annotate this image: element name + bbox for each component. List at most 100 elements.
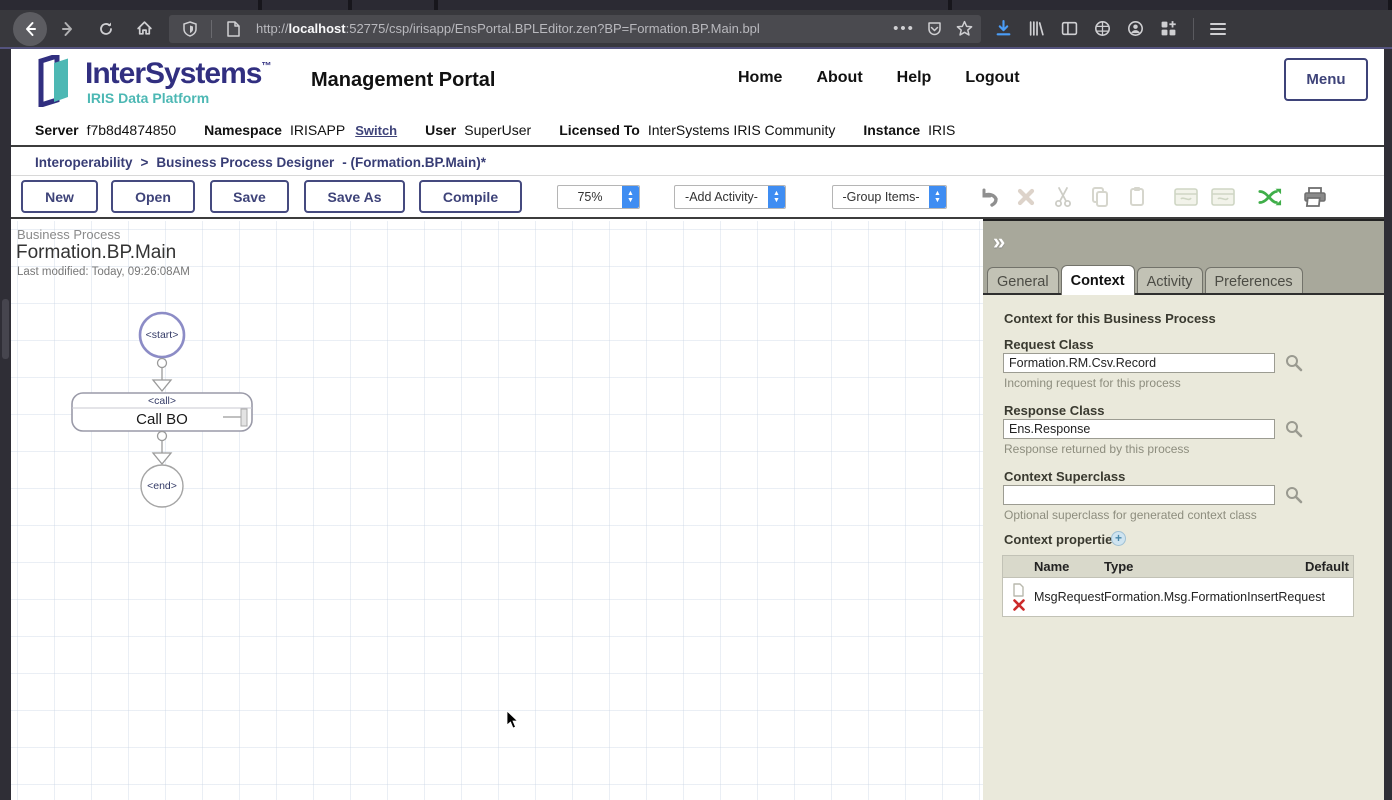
call-target-icon[interactable]	[241, 409, 247, 426]
bpl-canvas[interactable]: Business Process Formation.BP.Main Last …	[11, 221, 983, 800]
menu-hamburger-icon[interactable]	[1210, 22, 1226, 36]
sidebar-icon[interactable]	[1061, 20, 1078, 37]
zoom-select-stepper[interactable]: ▲▼	[622, 186, 639, 208]
pocket-icon[interactable]	[919, 15, 949, 43]
print-icon[interactable]	[1303, 185, 1327, 209]
call-node-name: Call BO	[136, 411, 188, 428]
url-text[interactable]: http://localhost:52775/csp/irisapp/EnsPo…	[256, 21, 889, 36]
add-activity-stepper[interactable]: ▲▼	[768, 186, 785, 208]
licensed-to-pair: Licensed ToInterSystems IRIS Community	[559, 122, 835, 138]
context-properties-table: Name Type Default MsgR	[1002, 555, 1354, 617]
nav-about-link[interactable]: About	[816, 69, 862, 87]
tracking-shield-icon[interactable]	[175, 15, 205, 43]
nav-help-link[interactable]: Help	[897, 69, 932, 87]
extensions-icon[interactable]	[1160, 20, 1177, 37]
request-class-hint: Incoming request for this process	[1004, 376, 1181, 390]
editor-toolbar: New Open Save Save As Compile 75% ▲▼ -Ad…	[11, 176, 1384, 219]
request-class-label: Request Class	[1004, 337, 1094, 352]
server-pair: Serverf7b8d4874850	[35, 122, 176, 138]
tab-general[interactable]: General	[987, 267, 1059, 295]
url-bar[interactable]: http://localhost:52775/csp/irisapp/EnsPo…	[169, 15, 981, 43]
response-class-label: Response Class	[1004, 403, 1104, 418]
canvas-bp-title: Formation.BP.Main	[16, 242, 176, 264]
mouse-cursor	[506, 710, 522, 730]
account-icon[interactable]	[1127, 20, 1144, 37]
canvas-last-modified: Last modified: Today, 09:26:08AM	[17, 266, 190, 278]
refresh-icon[interactable]	[91, 15, 121, 43]
context-properties-label: Context properties	[1004, 532, 1120, 547]
tab-preferences[interactable]: Preferences	[1205, 267, 1303, 295]
switch-namespace-link[interactable]: Switch	[355, 123, 397, 138]
back-icon[interactable]	[13, 12, 47, 46]
connector-dot[interactable]	[158, 432, 167, 441]
paste-icon	[1125, 185, 1149, 209]
cut-icon	[1051, 185, 1075, 209]
url-scheme: http://	[256, 21, 289, 36]
undo-icon[interactable]	[977, 185, 1001, 209]
save-button[interactable]: Save	[210, 180, 289, 213]
col-name: Name	[1034, 559, 1104, 574]
breadcrumb-interoperability[interactable]: Interoperability	[35, 155, 133, 170]
breadcrumb-current-doc: - (Formation.BP.Main)*	[342, 155, 486, 170]
properties-panel: » General Context Activity Preferences C…	[983, 219, 1384, 800]
breadcrumb-bp-designer[interactable]: Business Process Designer	[156, 155, 334, 170]
breadcrumb: Interoperability > Business Process Desi…	[11, 149, 1384, 176]
panel-expand-icon[interactable]: »	[993, 229, 1005, 255]
page-info-icon[interactable]	[218, 15, 248, 43]
namespace-pair: NamespaceIRISAPP	[204, 122, 345, 138]
table-row[interactable]: MsgRequest Formation.Msg.FormationInsert…	[1003, 578, 1353, 616]
download-icon[interactable]	[995, 20, 1012, 37]
connector-dot[interactable]	[158, 359, 167, 368]
add-activity-select[interactable]: -Add Activity- ▲▼	[674, 185, 786, 209]
new-button[interactable]: New	[21, 180, 98, 213]
open-button[interactable]: Open	[111, 180, 195, 213]
arrowhead-icon	[153, 380, 171, 391]
intersystems-logo-icon	[35, 55, 77, 107]
row-actions	[1003, 583, 1034, 611]
bookmark-star-icon[interactable]	[949, 15, 979, 43]
context-heading: Context for this Business Process	[1004, 311, 1216, 326]
request-class-input[interactable]	[1003, 353, 1275, 373]
call-node-tag: <call>	[148, 395, 176, 407]
zoom-select[interactable]: 75% ▲▼	[557, 185, 640, 209]
context-tab-body: Context for this Business Process Reques…	[983, 293, 1384, 800]
copy-group-icon	[1174, 185, 1198, 209]
start-node-label: <start>	[146, 329, 179, 341]
group-items-select[interactable]: -Group Items- ▲▼	[832, 185, 947, 209]
arrowhead-icon	[153, 453, 171, 464]
context-superclass-search-icon[interactable]	[1285, 486, 1303, 504]
col-default: Default	[1301, 559, 1353, 574]
response-class-hint: Response returned by this process	[1004, 442, 1189, 456]
request-class-search-icon[interactable]	[1285, 354, 1303, 372]
tab-activity[interactable]: Activity	[1137, 267, 1203, 295]
response-class-input[interactable]	[1003, 419, 1275, 439]
edit-property-icon[interactable]	[1013, 583, 1024, 597]
containers-icon[interactable]	[1094, 20, 1111, 37]
nav-home-link[interactable]: Home	[738, 69, 782, 87]
add-property-icon[interactable]: +	[1111, 531, 1126, 546]
table-header-row: Name Type Default	[1003, 556, 1353, 578]
nav-logout-link[interactable]: Logout	[965, 69, 1019, 87]
shuffle-connections-icon[interactable]	[1258, 185, 1282, 209]
server-info-bar: Serverf7b8d4874850 NamespaceIRISAPP Swit…	[11, 115, 1384, 147]
group-items-stepper[interactable]: ▲▼	[929, 186, 946, 208]
save-as-button[interactable]: Save As	[304, 180, 405, 213]
logo-subtitle: IRIS Data Platform	[87, 90, 209, 106]
home-icon[interactable]	[129, 15, 159, 43]
screen: http://localhost:52775/csp/irisapp/EnsPo…	[0, 0, 1392, 800]
management-portal-page: InterSystems™ IRIS Data Platform Managem…	[11, 49, 1384, 800]
library-icon[interactable]	[1028, 20, 1045, 37]
forward-icon[interactable]	[53, 15, 83, 43]
delete-property-icon[interactable]	[1013, 599, 1025, 611]
bpl-diagram: <start> <call> Call BO <end>	[71, 307, 271, 577]
browser-navbar: http://localhost:52775/csp/irisapp/EnsPo…	[0, 10, 1392, 47]
panel-tabs: General Context Activity Preferences	[987, 265, 1303, 295]
property-type: Formation.Msg.FormationInsertRequest	[1104, 590, 1353, 604]
tab-context[interactable]: Context	[1061, 265, 1135, 295]
compile-button[interactable]: Compile	[419, 180, 522, 213]
menu-button[interactable]: Menu	[1284, 58, 1368, 101]
context-superclass-input[interactable]	[1003, 485, 1275, 505]
page-actions-ellipsis-icon[interactable]: •••	[889, 15, 919, 43]
response-class-search-icon[interactable]	[1285, 420, 1303, 438]
delete-icon	[1014, 185, 1038, 209]
